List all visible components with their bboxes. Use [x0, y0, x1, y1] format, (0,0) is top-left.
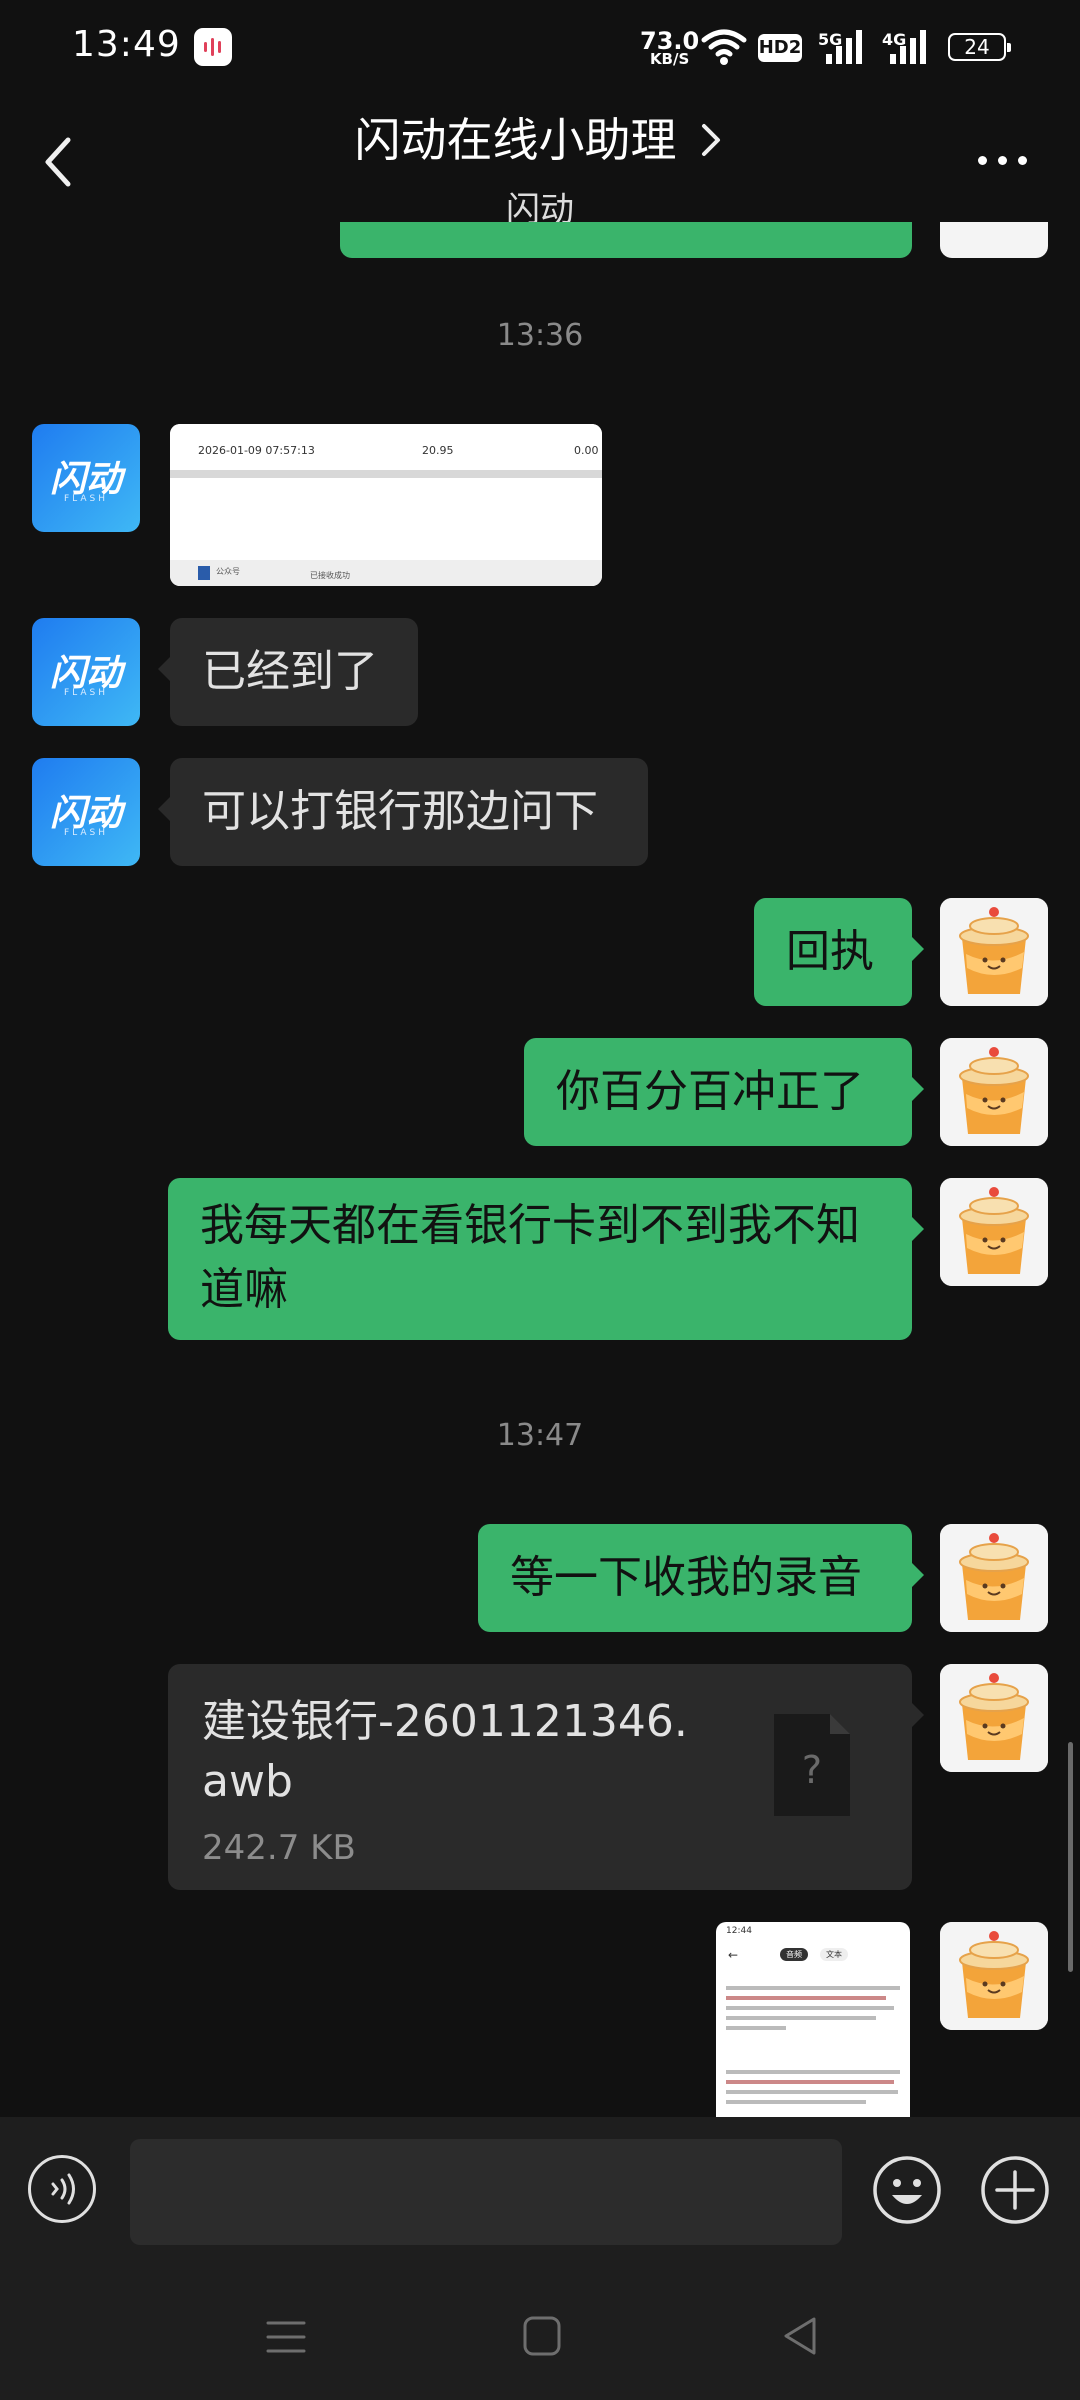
file-message[interactable]: 建设银行-2601121346.awb 242.7 KB ?	[168, 1664, 924, 1890]
image-date: 2026-01-09 07:57:13	[198, 444, 315, 457]
message-bubble[interactable]: 我每天都在看银行卡到不到我不知道嘛	[168, 1178, 924, 1340]
system-nav-bar	[0, 2277, 1080, 2400]
message-bubble[interactable]: 已经到了	[158, 618, 418, 726]
message-bubble[interactable]: 回执	[754, 898, 924, 1006]
contact-avatar[interactable]: 闪动 FLASH	[32, 424, 140, 532]
message-text: 已经到了	[202, 646, 378, 697]
user-avatar-icon	[940, 1038, 1048, 1146]
image-message[interactable]: 2026-01-09 07:57:13 20.95 0.00 公众号 已接收成功	[170, 424, 602, 586]
plus-icon[interactable]	[980, 2155, 1050, 2225]
chat-title: 闪动在线小助理	[354, 113, 677, 167]
file-icon-glyph: ?	[801, 1748, 823, 1792]
menu-icon[interactable]	[266, 2317, 306, 2357]
status-time: 13:49	[72, 24, 181, 65]
time-separator: 13:47	[496, 1418, 584, 1453]
input-bar	[0, 2117, 1080, 2277]
user-avatar-icon	[940, 898, 1048, 1006]
battery-level: 24	[964, 35, 990, 59]
net-speed: 73.0 KB/S	[640, 27, 700, 67]
time-separator: 13:36	[496, 318, 584, 353]
user-avatar[interactable]	[940, 1524, 1048, 1632]
image-tab-2: 文本	[820, 1948, 848, 1961]
message-text: 你百分百冲正了	[556, 1066, 864, 1117]
voice-icon[interactable]	[28, 2155, 96, 2223]
signal-icon-sim1: 5G	[818, 30, 862, 64]
user-avatar[interactable]	[940, 1038, 1048, 1146]
wifi-icon	[701, 29, 747, 65]
emoji-icon[interactable]	[872, 2155, 942, 2225]
scrollbar[interactable]	[1068, 1742, 1073, 1972]
message-bubble[interactable]: 你百分百冲正了	[524, 1038, 924, 1146]
chat-title-button[interactable]: 闪动在线小助理	[0, 104, 1080, 170]
message-text: 我每天都在看银行卡到不到我不知道嘛	[200, 1200, 860, 1315]
previous-avatar-fragment[interactable]	[940, 222, 1048, 258]
file-size: 242.7 KB	[202, 1828, 356, 1868]
image-amount: 20.95	[422, 444, 454, 457]
message-text: 可以打银行那边问下	[202, 786, 598, 837]
previous-bubble-fragment[interactable]	[340, 222, 912, 258]
net-speed-value: 73.0	[640, 27, 700, 55]
hd-badge: HD2	[758, 34, 802, 62]
signal-icon-sim2: 4G	[882, 30, 930, 64]
image-back-arrow-icon: ←	[728, 1948, 739, 1962]
battery-icon: 24	[948, 33, 1011, 61]
home-icon[interactable]	[522, 2315, 562, 2357]
image-message[interactable]: 12:44 ← 音频 文本	[716, 1922, 910, 2117]
message-bubble[interactable]: 等一下收我的录音	[478, 1524, 924, 1632]
image-fee: 0.00	[574, 444, 599, 457]
image-label-2: 已接收成功	[310, 571, 350, 580]
message-text: 等一下收我的录音	[510, 1552, 862, 1603]
message-input[interactable]	[130, 2139, 842, 2245]
chevron-right-icon	[701, 124, 720, 156]
image-label-1: 公众号	[216, 567, 240, 576]
image-tab-1: 音频	[780, 1948, 808, 1961]
user-avatar-icon	[940, 1524, 1048, 1632]
image-time: 12:44	[726, 1926, 752, 1936]
status-bar: 13:49 73.0 KB/S HD2 5G 4G 24	[0, 0, 1080, 100]
back-triangle-icon[interactable]	[780, 2315, 820, 2357]
more-dots-icon[interactable]	[974, 148, 1034, 172]
app-badge-icon	[194, 28, 232, 66]
user-avatar-icon	[940, 1664, 1048, 1772]
file-name: 建设银行-2601121346.awb	[202, 1696, 688, 1807]
message-bubble[interactable]: 可以打银行那边问下	[158, 758, 648, 866]
user-avatar[interactable]	[940, 1178, 1048, 1286]
user-avatar-icon	[940, 1178, 1048, 1286]
contact-avatar[interactable]: 闪动 FLASH	[32, 758, 140, 866]
chat-area[interactable]: 13:36 闪动 FLASH 2026-01-09 07:57:13 20.95…	[0, 222, 1080, 2117]
message-text: 回执	[786, 926, 874, 977]
avatar-logo-subtext: FLASH	[63, 828, 109, 838]
user-avatar[interactable]	[940, 898, 1048, 1006]
unknown-file-icon: ?	[774, 1714, 850, 1816]
avatar-logo-subtext: FLASH	[63, 494, 109, 504]
user-avatar[interactable]	[940, 1664, 1048, 1772]
contact-avatar[interactable]: 闪动 FLASH	[32, 618, 140, 726]
user-avatar-icon	[940, 1922, 1048, 2030]
user-avatar[interactable]	[940, 1922, 1048, 2030]
avatar-logo-subtext: FLASH	[63, 688, 109, 698]
